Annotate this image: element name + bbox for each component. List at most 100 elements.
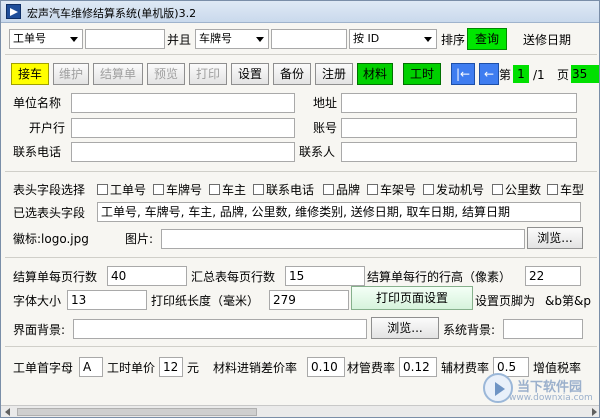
page-suffix-label: 页	[557, 68, 570, 82]
image-label: 图片:	[125, 232, 154, 246]
search-value2-input[interactable]	[271, 29, 347, 49]
contact-input[interactable]	[341, 142, 577, 162]
logo-browse-button[interactable]: 浏览...	[527, 227, 583, 249]
rows-per-page-label: 结算单每页行数	[13, 270, 98, 284]
phone-label: 联系电话	[13, 145, 62, 159]
print-button[interactable]: 打印	[189, 63, 227, 85]
address-label: 地址	[313, 96, 338, 110]
search-value1-input[interactable]	[85, 29, 165, 49]
bank-label: 开户行	[29, 121, 66, 135]
summary-rows-input[interactable]: 15	[285, 266, 365, 286]
divider	[5, 171, 597, 172]
header-checkbox-phone[interactable]	[253, 184, 264, 195]
header-checkbox-mileage[interactable]	[492, 184, 503, 195]
and-label: 并且	[167, 33, 192, 47]
rows-per-page-input[interactable]: 40	[107, 266, 187, 286]
date-field-label[interactable]: 送修日期	[523, 32, 571, 48]
scroll-right-arrow-icon[interactable]	[592, 408, 597, 416]
header-option-label: 发动机号	[436, 183, 485, 197]
mgmt-fee-input[interactable]: 0.12	[399, 357, 437, 377]
phone-input[interactable]	[71, 142, 295, 162]
scroll-left-arrow-icon[interactable]	[5, 408, 10, 416]
summary-rows-label: 汇总表每页行数	[191, 270, 276, 284]
selected-header-label: 已选表头字段	[13, 206, 86, 220]
labor-price-label: 工时单价	[107, 361, 156, 375]
bank-input[interactable]	[71, 118, 295, 138]
watermark-url: www.downxia.com	[509, 393, 593, 403]
company-name-label: 单位名称	[13, 96, 62, 110]
header-option-label: 车架号	[380, 183, 417, 197]
scrollbar-thumb[interactable]	[17, 408, 257, 416]
image-path-input[interactable]	[161, 229, 525, 249]
materials-button[interactable]: 材料	[357, 63, 393, 85]
header-checkbox-engine[interactable]	[423, 184, 434, 195]
footer-label: 设置页脚为	[475, 294, 536, 308]
app-window: 宏声汽车维修结算系统(单机版)3.2 工单号 并且 车牌号 按 ID 排序 查询…	[0, 0, 600, 418]
logo-label: 徽标:logo.jpg	[13, 232, 89, 246]
header-checkbox-model[interactable]	[547, 184, 558, 195]
first-page-button[interactable]: |←	[451, 63, 475, 85]
row-height-input[interactable]: 22	[525, 266, 581, 286]
font-size-input[interactable]: 13	[67, 290, 147, 310]
header-option-label: 联系电话	[266, 183, 315, 197]
sort-by-select[interactable]: 按 ID	[349, 29, 437, 49]
query-button[interactable]: 查询	[467, 28, 507, 50]
address-input[interactable]	[341, 93, 577, 113]
header-option-label: 车牌号	[166, 183, 203, 197]
header-checkbox-owner[interactable]	[209, 184, 220, 195]
account-input[interactable]	[341, 118, 577, 138]
header-select-label: 表头字段选择	[13, 183, 86, 197]
ui-background-label: 界面背景:	[13, 323, 66, 337]
system-background-input[interactable]	[503, 319, 583, 339]
header-option-label: 车型	[560, 183, 585, 197]
labor-price-unit: 元	[187, 361, 200, 375]
page-prefix-label: 第	[499, 68, 512, 82]
header-option-label: 车主	[222, 183, 247, 197]
labor-price-input[interactable]: 12	[159, 357, 183, 377]
maintain-button[interactable]: 维护	[53, 63, 89, 85]
receive-car-button[interactable]: 接车	[11, 63, 49, 85]
prev-page-button[interactable]: ←	[479, 63, 499, 85]
system-background-label: 系统背景:	[443, 323, 496, 337]
font-size-label: 字体大小	[13, 294, 62, 308]
header-checkbox-order-no[interactable]	[97, 184, 108, 195]
register-button[interactable]: 注册	[315, 63, 353, 85]
ui-background-input[interactable]	[73, 319, 367, 339]
vat-label: 增值税率	[533, 361, 582, 375]
header-checkbox-plate[interactable]	[153, 184, 164, 195]
header-checkbox-vin[interactable]	[367, 184, 378, 195]
divider	[5, 346, 597, 347]
app-icon	[6, 4, 21, 19]
settings-button[interactable]: 设置	[231, 63, 269, 85]
window-title: 宏声汽车维修结算系统(单机版)3.2	[27, 7, 197, 20]
backup-button[interactable]: 备份	[273, 63, 311, 85]
search-field2-select[interactable]: 车牌号	[195, 29, 269, 49]
material-markup-input[interactable]: 0.10	[307, 357, 345, 377]
horizontal-scrollbar[interactable]	[1, 405, 599, 417]
header-checkbox-brand[interactable]	[323, 184, 334, 195]
company-name-input[interactable]	[71, 93, 295, 113]
preview-button[interactable]: 预览	[147, 63, 185, 85]
labor-button[interactable]: 工时	[403, 63, 441, 85]
header-option-label: 工单号	[110, 183, 147, 197]
row-height-label: 结算单每行的行高（像素）	[367, 270, 512, 284]
paper-length-input[interactable]: 279	[269, 290, 349, 310]
contact-label: 联系人	[299, 145, 336, 159]
search-field1-select[interactable]: 工单号	[9, 29, 83, 49]
sort-label: 排序	[441, 33, 466, 47]
page-current-field[interactable]: 1	[513, 65, 529, 83]
material-markup-label: 材料进销差价率	[213, 361, 298, 375]
background-browse-button[interactable]: 浏览...	[371, 317, 439, 339]
aux-fee-label: 辅材费率	[441, 361, 490, 375]
footer-value[interactable]: &b第&p	[545, 293, 591, 309]
page-setup-button[interactable]: 打印页面设置	[351, 286, 473, 310]
page-extra-field[interactable]: 35	[571, 65, 599, 83]
account-label: 账号	[313, 121, 338, 135]
order-prefix-label: 工单首字母	[13, 361, 74, 375]
divider	[5, 257, 597, 258]
settle-button[interactable]: 结算单	[93, 63, 143, 85]
paper-length-label: 打印纸长度（毫米）	[151, 294, 260, 308]
header-option-label: 品牌	[336, 183, 361, 197]
selected-header-input[interactable]: 工单号, 车牌号, 车主, 品牌, 公里数, 维修类别, 送修日期, 取车日期,…	[97, 202, 581, 222]
order-prefix-input[interactable]: A	[79, 357, 103, 377]
